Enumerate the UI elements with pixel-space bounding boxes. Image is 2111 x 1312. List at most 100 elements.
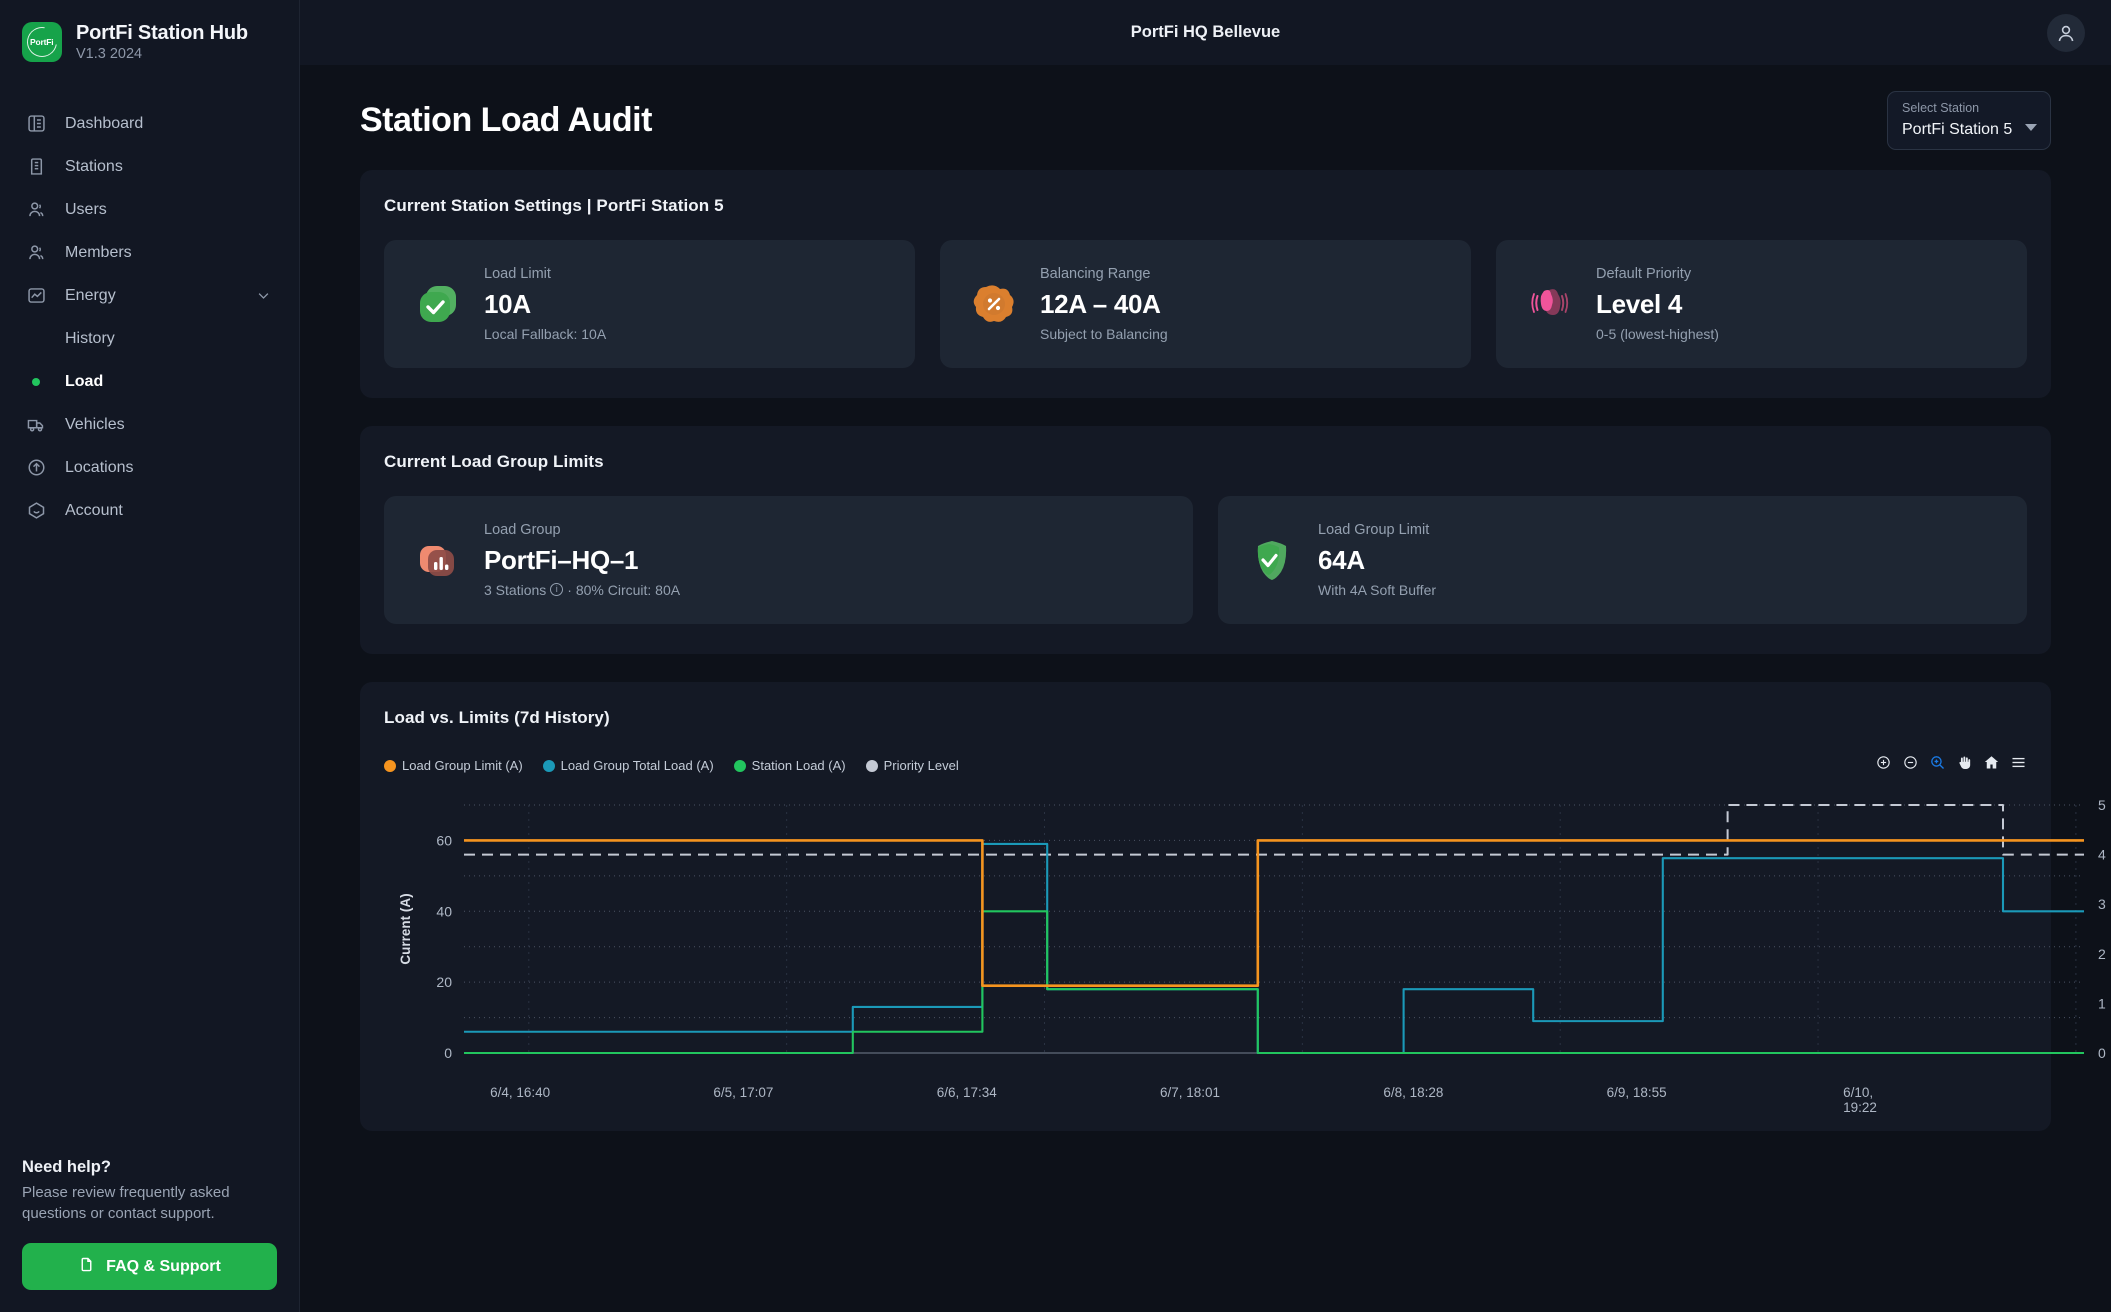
sidebar-item-locations[interactable]: Locations xyxy=(0,446,299,489)
sidebar-subitem-label: Load xyxy=(65,372,104,390)
legend-item[interactable]: Load Group Total Load (A) xyxy=(542,758,714,773)
help-title: Need help? xyxy=(22,1157,111,1176)
account-icon xyxy=(24,499,48,523)
portfi-logo-icon: PortFi xyxy=(21,21,63,63)
energy-icon xyxy=(24,284,48,308)
card-key: Load Group xyxy=(484,522,561,539)
legend-swatch xyxy=(384,759,396,772)
sidebar-item-load[interactable]: Load xyxy=(0,360,299,403)
sidebar-item-label: Users xyxy=(65,200,107,218)
chart-svg: 0204060012345Current (A)Priority xyxy=(398,797,2106,1061)
x-tick-label: 6/10, 19:22 xyxy=(1843,1085,1877,1115)
sidebar-item-label: Locations xyxy=(65,458,134,476)
chevron-down-icon[interactable] xyxy=(256,288,271,303)
reset-home-icon[interactable] xyxy=(1982,754,2000,772)
app-root: PortFi PortFi Station Hub V1.3 2024 Dash… xyxy=(0,0,2111,1312)
card-sub: 3 Stations i · 80% Circuit: 80A xyxy=(484,582,680,598)
chart-plot-area[interactable]: 0204060012345Current (A)Priority xyxy=(384,795,2106,1085)
help-section: Need help? Please review frequently aske… xyxy=(0,1158,299,1312)
sidebar-item-vehicles[interactable]: Vehicles xyxy=(0,403,299,446)
brand-version: V1.3 2024 xyxy=(76,46,143,62)
station-settings-cards: Load Limit 10A Local Fallback: 10A Balan… xyxy=(384,240,2027,368)
stations-icon xyxy=(24,155,48,179)
sidebar-item-label: Energy xyxy=(65,286,116,304)
svg-text:1: 1 xyxy=(2098,995,2106,1011)
users-icon xyxy=(24,198,48,222)
card-sub-stations: 3 Stations xyxy=(484,581,547,598)
main-content: PortFi HQ Bellevue Station Load Audit Se… xyxy=(300,0,2111,1312)
percent-badge-icon xyxy=(968,278,1020,330)
document-icon xyxy=(78,1256,95,1278)
active-dot-icon xyxy=(24,370,48,394)
chart-x-axis-labels: 6/4, 16:40 6/5, 17:07 6/6, 17:34 6/7, 18:01… xyxy=(464,1085,1877,1115)
x-tick-label: 6/6, 17:34 xyxy=(936,1085,997,1100)
legend-label: Priority Level xyxy=(883,758,959,773)
svg-text:5: 5 xyxy=(2098,797,2106,813)
sidebar-item-label: Account xyxy=(65,501,123,519)
zoom-in-icon[interactable] xyxy=(1874,754,1892,772)
legend-item[interactable]: Station Load (A) xyxy=(733,758,846,773)
station-settings-heading: Current Station Settings | PortFi Statio… xyxy=(384,196,724,215)
sidebar-item-label: Stations xyxy=(65,157,123,175)
members-icon xyxy=(24,241,48,265)
legend-item[interactable]: Load Group Limit (A) xyxy=(384,758,523,773)
help-body: Please review frequently asked questions… xyxy=(22,1183,230,1223)
load-group-heading: Current Load Group Limits xyxy=(384,452,604,471)
sidebar-nav: Dashboard Stations Users Members Energy … xyxy=(0,102,299,532)
sidebar-item-energy[interactable]: Energy xyxy=(0,274,299,317)
user-avatar-icon[interactable] xyxy=(2047,13,2085,52)
sidebar-item-members[interactable]: Members xyxy=(0,231,299,274)
svg-text:40: 40 xyxy=(436,903,452,919)
card-sub: Local Fallback: 10A xyxy=(484,325,607,342)
page-header: Station Load Audit Select Station PortFi… xyxy=(360,65,2051,170)
brand[interactable]: PortFi PortFi Station Hub V1.3 2024 xyxy=(0,0,299,84)
dashboard-icon xyxy=(24,112,48,136)
card-key: Load Limit xyxy=(484,266,551,283)
topbar: PortFi HQ Bellevue xyxy=(300,0,2111,65)
svg-text:Current (A): Current (A) xyxy=(398,893,413,964)
faq-support-button[interactable]: FAQ & Support xyxy=(22,1243,277,1290)
menu-icon[interactable] xyxy=(2009,754,2027,772)
sidebar-item-dashboard[interactable]: Dashboard xyxy=(0,102,299,145)
card-sub: With 4A Soft Buffer xyxy=(1318,581,1437,598)
sidebar-item-label: Vehicles xyxy=(65,415,125,433)
legend-label: Load Group Total Load (A) xyxy=(560,758,714,773)
card-load-group: Load Group PortFi–HQ–1 3 Stations i · 80%… xyxy=(384,496,1193,624)
card-value: 12A – 40A xyxy=(1040,288,1161,319)
chart-panel: Load vs. Limits (7d History) Load Group … xyxy=(360,682,2106,1131)
station-select-label: Select Station xyxy=(1902,101,1980,115)
card-load-group-limit: Load Group Limit 64A With 4A Soft Buffer xyxy=(1218,496,2027,624)
x-tick-label: 6/9, 18:55 xyxy=(1606,1085,1667,1100)
card-key: Default Priority xyxy=(1596,266,1692,283)
load-group-cards: Load Group PortFi–HQ–1 3 Stations i · 80%… xyxy=(384,496,2027,624)
station-select-dropdown[interactable]: Select Station PortFi Station 5 xyxy=(1887,91,2051,150)
sidebar-item-account[interactable]: Account xyxy=(0,489,299,532)
faq-support-label: FAQ & Support xyxy=(106,1257,221,1275)
bar-chart-badge-icon xyxy=(412,534,464,586)
sidebar-item-users[interactable]: Users xyxy=(0,188,299,231)
sidebar-item-history[interactable]: History xyxy=(0,317,299,360)
x-tick-label: 6/5, 17:07 xyxy=(713,1085,774,1100)
load-group-panel: Current Load Group Limits Load Group Por… xyxy=(360,426,2051,654)
card-sub-circuit: · 80% Circuit: 80A xyxy=(567,581,681,598)
card-sub: 0-5 (lowest-highest) xyxy=(1596,325,1719,342)
legend-item[interactable]: Priority Level xyxy=(865,758,959,773)
chart-tools xyxy=(1874,754,2027,772)
x-tick-label: 6/4, 16:40 xyxy=(490,1085,551,1100)
legend-swatch xyxy=(865,759,878,772)
legend-swatch xyxy=(733,759,746,772)
logo-text: PortFi xyxy=(30,37,54,48)
info-icon[interactable]: i xyxy=(550,583,564,597)
svg-text:0: 0 xyxy=(444,1045,452,1061)
legend-label: Station Load (A) xyxy=(751,758,846,773)
chart-toolbar-row: Load Group Limit (A) Load Group Total Loa… xyxy=(384,752,2027,773)
sidebar: PortFi PortFi Station Hub V1.3 2024 Dash… xyxy=(0,0,300,1312)
svg-text:20: 20 xyxy=(436,974,452,990)
card-load-limit: Load Limit 10A Local Fallback: 10A xyxy=(384,240,915,368)
selection-zoom-icon[interactable] xyxy=(1928,754,1946,772)
sidebar-item-stations[interactable]: Stations xyxy=(0,145,299,188)
station-settings-panel: Current Station Settings | PortFi Statio… xyxy=(360,170,2051,398)
pan-icon[interactable] xyxy=(1955,754,1973,772)
svg-text:0: 0 xyxy=(2098,1045,2106,1061)
zoom-out-icon[interactable] xyxy=(1901,754,1919,772)
